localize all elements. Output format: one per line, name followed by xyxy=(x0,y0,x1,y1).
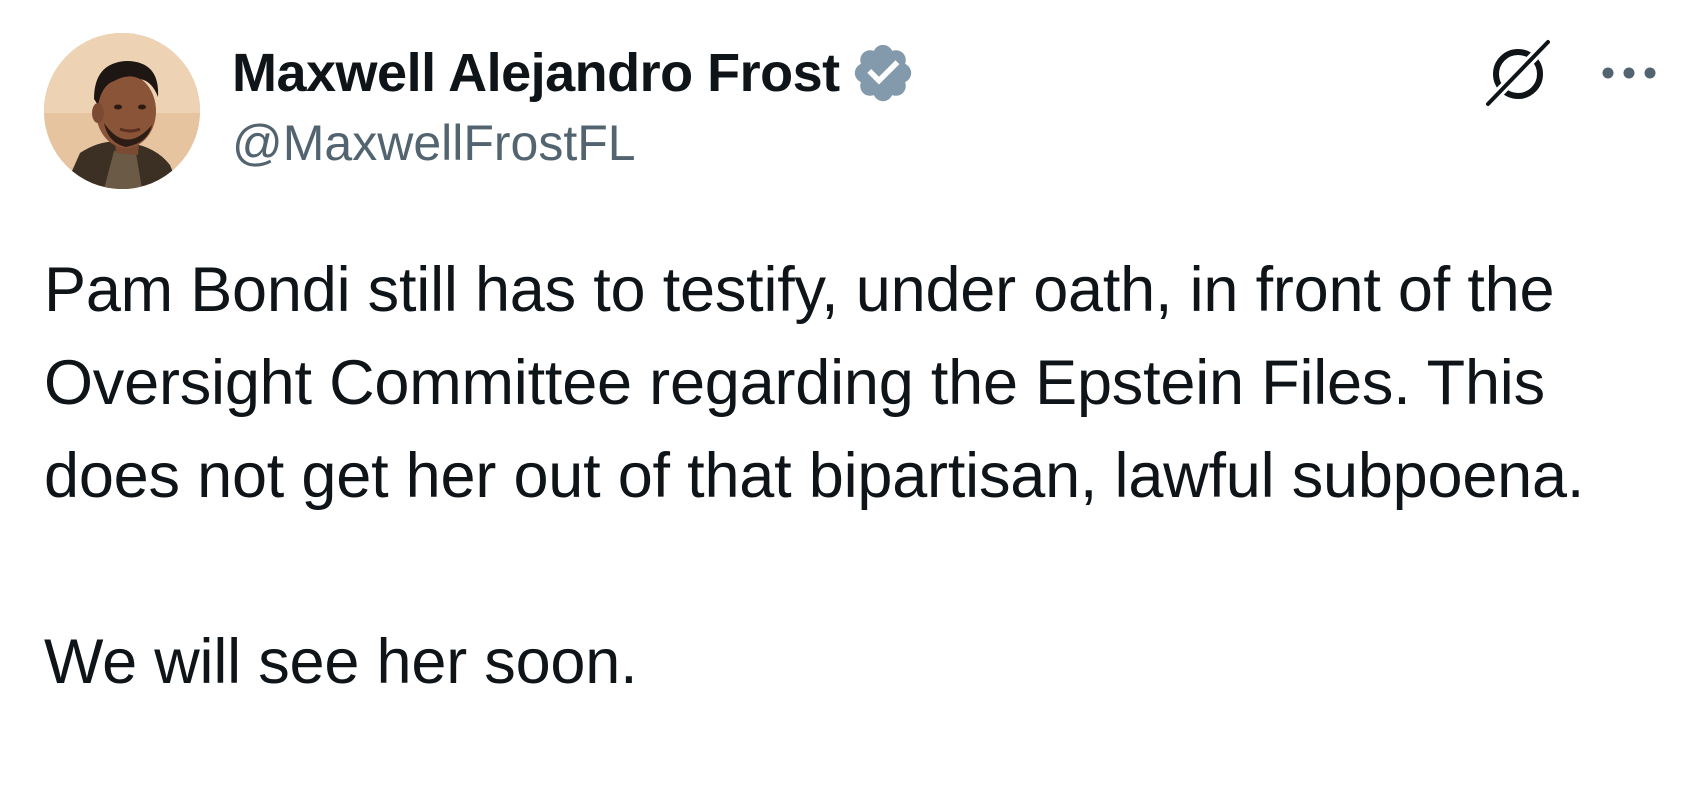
author-display-name[interactable]: Maxwell Alejandro Frost xyxy=(232,42,840,104)
tweet-paragraph: We will see her soon. xyxy=(44,627,638,697)
tweet-text: Pam Bondi still has to testify, under oa… xyxy=(44,244,1664,709)
verified-badge-icon[interactable] xyxy=(850,40,916,106)
name-row: Maxwell Alejandro Frost xyxy=(232,40,916,106)
author-avatar[interactable] xyxy=(44,33,200,189)
more-options-icon[interactable] xyxy=(1594,48,1664,98)
author-handle[interactable]: @MaxwellFrostFL xyxy=(232,114,916,172)
tweet-paragraph: Pam Bondi still has to testify, under oa… xyxy=(44,255,1585,511)
tweet-card: Maxwell Alejandro Frost @MaxwellFrostFL … xyxy=(0,0,1686,802)
avatar-image xyxy=(44,33,200,189)
grok-icon[interactable] xyxy=(1478,34,1558,114)
author-identity: Maxwell Alejandro Frost @MaxwellFrostFL xyxy=(232,40,916,172)
